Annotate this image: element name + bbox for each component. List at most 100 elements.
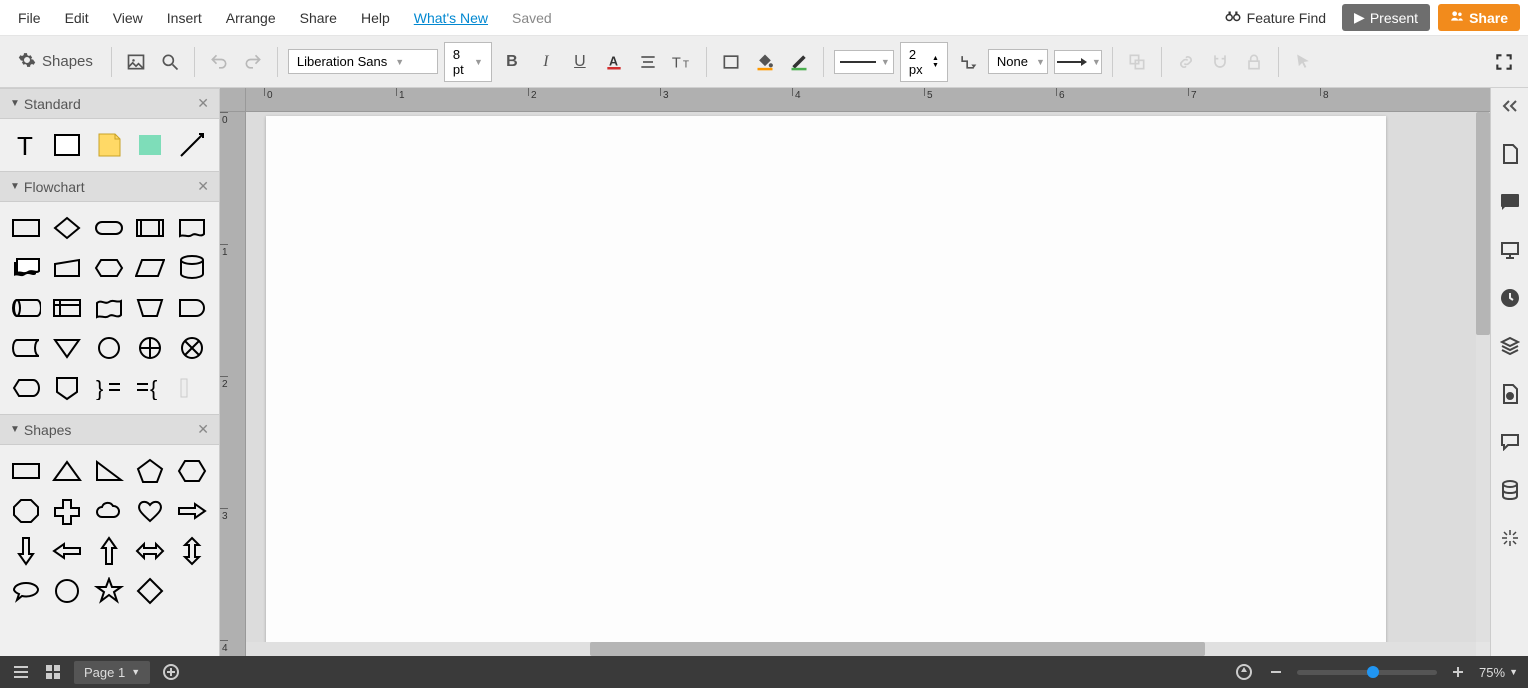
horizontal-ruler[interactable]: 012345678 — [246, 88, 1490, 112]
text-size-button[interactable]: TT — [668, 48, 696, 76]
grid-view-button[interactable] — [42, 661, 64, 683]
target-button[interactable] — [1233, 661, 1255, 683]
close-icon[interactable]: ✕ — [197, 95, 209, 112]
right-arrow-shape[interactable] — [174, 493, 210, 529]
left-arrow-shape[interactable] — [49, 533, 85, 569]
display-shape[interactable] — [8, 370, 44, 406]
close-icon[interactable]: ✕ — [197, 421, 209, 438]
zoom-out-button[interactable] — [1265, 661, 1287, 683]
stroke-width-select[interactable]: 2 px ▲▼ — [900, 42, 948, 82]
right-triangle-shape[interactable] — [91, 453, 127, 489]
line-shape[interactable] — [174, 127, 210, 163]
italic-button[interactable]: I — [532, 48, 560, 76]
connector-shape[interactable] — [91, 330, 127, 366]
note-shape[interactable] — [91, 127, 127, 163]
list-view-button[interactable] — [10, 661, 32, 683]
zoom-in-button[interactable] — [1447, 661, 1469, 683]
underline-button[interactable]: U — [566, 48, 594, 76]
zoom-slider[interactable] — [1297, 670, 1437, 675]
lock-button[interactable] — [1240, 48, 1268, 76]
bring-front-button[interactable] — [1123, 48, 1151, 76]
page-tab[interactable]: Page 1 ▼ — [74, 661, 150, 684]
horizontal-scrollbar[interactable] — [246, 642, 1476, 656]
brace-note-shape[interactable]: } — [91, 370, 127, 406]
menu-insert[interactable]: Insert — [157, 6, 212, 30]
menu-help[interactable]: Help — [351, 6, 400, 30]
swimlane-shape[interactable] — [174, 370, 210, 406]
menu-whats-new[interactable]: What's New — [404, 6, 498, 30]
pentagon-shape[interactable] — [132, 453, 168, 489]
octagon-shape[interactable] — [8, 493, 44, 529]
undo-button[interactable] — [205, 48, 233, 76]
callout-shape[interactable] — [8, 573, 44, 609]
internal-storage-shape[interactable] — [49, 290, 85, 326]
block-shape[interactable] — [49, 127, 85, 163]
paper-tape-shape[interactable] — [91, 290, 127, 326]
hotspot-shape[interactable] — [132, 127, 168, 163]
data-shape[interactable] — [132, 250, 168, 286]
updown-arrow-shape[interactable] — [174, 533, 210, 569]
menu-view[interactable]: View — [103, 6, 153, 30]
flowchart-palette-header[interactable]: ▼ Flowchart ✕ — [0, 171, 219, 202]
fullscreen-button[interactable] — [1490, 48, 1518, 76]
document-shape[interactable] — [174, 210, 210, 246]
line-end-select[interactable]: ▼ — [1054, 50, 1102, 74]
preparation-shape[interactable] — [91, 250, 127, 286]
history-button[interactable] — [1498, 286, 1522, 310]
align-button[interactable] — [634, 48, 662, 76]
vertical-scrollbar[interactable] — [1476, 112, 1490, 642]
bold-button[interactable]: B — [498, 48, 526, 76]
menu-file[interactable]: File — [8, 6, 51, 30]
presentation-button[interactable] — [1498, 238, 1522, 262]
themes-button[interactable] — [1498, 382, 1522, 406]
add-page-button[interactable] — [160, 661, 182, 683]
or-shape[interactable] — [132, 330, 168, 366]
scroll-thumb[interactable] — [590, 642, 1205, 656]
page-canvas[interactable] — [266, 116, 1386, 642]
heart-shape[interactable] — [132, 493, 168, 529]
note-brace-shape[interactable]: { — [132, 370, 168, 406]
menu-share[interactable]: Share — [290, 6, 347, 30]
summing-shape[interactable] — [174, 330, 210, 366]
font-family-select[interactable]: Liberation Sans ▼ — [288, 49, 438, 74]
line-style-select[interactable]: ▼ — [834, 50, 894, 74]
off-page-shape[interactable] — [49, 370, 85, 406]
stored-data-shape[interactable] — [8, 330, 44, 366]
merge-shape[interactable] — [49, 330, 85, 366]
decision-shape[interactable] — [49, 210, 85, 246]
actions-button[interactable] — [1498, 526, 1522, 550]
comments-button[interactable] — [1498, 190, 1522, 214]
text-color-button[interactable]: A — [600, 48, 628, 76]
process-shape[interactable] — [8, 210, 44, 246]
font-size-select[interactable]: 8 pt ▼ — [444, 42, 492, 82]
cross-shape[interactable] — [49, 493, 85, 529]
share-button[interactable]: Share — [1438, 4, 1520, 31]
vertical-ruler[interactable]: 01234 — [220, 112, 246, 656]
layers-button[interactable] — [1498, 334, 1522, 358]
leftright-arrow-shape[interactable] — [132, 533, 168, 569]
diamond-shape[interactable] — [132, 573, 168, 609]
collapse-button[interactable] — [1498, 94, 1522, 118]
up-arrow-shape[interactable] — [91, 533, 127, 569]
zoom-slider-thumb[interactable] — [1367, 666, 1379, 678]
shapes-menu-button[interactable]: Shapes — [10, 51, 101, 73]
image-button[interactable] — [122, 48, 150, 76]
cursor-button[interactable] — [1289, 48, 1317, 76]
multidocument-shape[interactable] — [8, 250, 44, 286]
predefined-shape[interactable] — [132, 210, 168, 246]
delay-shape[interactable] — [174, 290, 210, 326]
link-button[interactable] — [1172, 48, 1200, 76]
manual-op-shape[interactable] — [132, 290, 168, 326]
scroll-thumb[interactable] — [1476, 112, 1490, 335]
database-shape[interactable] — [174, 250, 210, 286]
terminator-shape[interactable] — [91, 210, 127, 246]
down-arrow-shape[interactable] — [8, 533, 44, 569]
redo-button[interactable] — [239, 48, 267, 76]
standard-palette-header[interactable]: ▼ Standard ✕ — [0, 88, 219, 119]
cloud-shape[interactable] — [91, 493, 127, 529]
feature-find-button[interactable]: Feature Find — [1216, 3, 1334, 32]
shapes-palette-header[interactable]: ▼ Shapes ✕ — [0, 414, 219, 445]
text-shape[interactable]: T — [8, 127, 44, 163]
shape-outline-button[interactable] — [717, 48, 745, 76]
search-button[interactable] — [156, 48, 184, 76]
